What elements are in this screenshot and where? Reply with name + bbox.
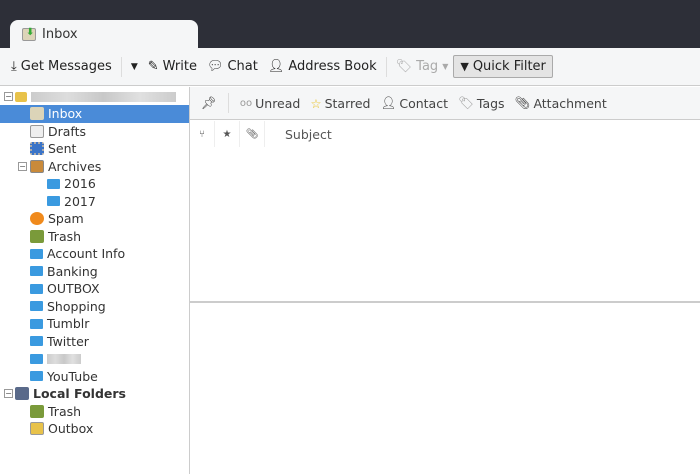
collapse-toggle[interactable]: −: [18, 161, 27, 171]
write-button[interactable]: ✎ Write: [143, 55, 202, 78]
tab-title: Inbox: [42, 27, 78, 42]
folder-icon: [30, 301, 43, 312]
pencil-icon: ✎: [147, 59, 159, 74]
get-messages-dropdown[interactable]: ▼: [126, 58, 143, 76]
folder-local-trash[interactable]: Trash: [0, 403, 189, 421]
collapse-toggle[interactable]: −: [4, 92, 13, 102]
folder-banking[interactable]: Banking: [0, 263, 189, 281]
trash-icon: [30, 404, 44, 418]
folder-trash[interactable]: Trash: [0, 228, 189, 246]
filter-attachment[interactable]: 📎︎ Attachment: [512, 93, 610, 113]
trash-icon: [30, 229, 44, 243]
inbox-icon: ⬇: [22, 27, 36, 41]
quick-filter-button[interactable]: ▼ Quick Filter: [453, 55, 553, 78]
paperclip-icon: 📎︎: [514, 95, 531, 110]
folder-twitter[interactable]: Twitter: [0, 333, 189, 351]
folder-icon: [30, 266, 43, 277]
main-toolbar: ⤓ Get Messages ▼ ✎ Write 💬︎ Chat 👤︎ Address …: [0, 48, 700, 86]
folder-shopping[interactable]: Shopping: [0, 298, 189, 316]
chevron-down-icon: ▼: [442, 62, 449, 71]
chat-button[interactable]: 💬︎ Chat: [202, 55, 263, 78]
folder-icon: [30, 353, 43, 364]
folder-drafts[interactable]: Drafts: [0, 123, 189, 141]
sticky-pin-button[interactable]: 📌︎: [198, 93, 220, 113]
collapse-toggle[interactable]: −: [4, 389, 13, 399]
folder-icon: [30, 248, 43, 259]
computer-icon: [15, 387, 29, 401]
star-column-icon[interactable]: ★: [215, 121, 240, 147]
folder-account-info[interactable]: Account Info: [0, 245, 189, 263]
folder-icon: [30, 318, 43, 329]
account-lock-icon: [15, 91, 27, 102]
person-icon: 👤︎: [267, 59, 285, 74]
folder-icon: [47, 196, 60, 207]
folder-redacted[interactable]: [0, 350, 189, 368]
subject-column-header[interactable]: Subject: [265, 127, 332, 142]
folder-sent[interactable]: Sent: [0, 140, 189, 158]
separator: [385, 56, 387, 77]
folder-archives[interactable]: − Archives: [0, 158, 189, 176]
drafts-icon: [30, 124, 44, 138]
chat-bubble-icon: 💬︎: [206, 59, 224, 74]
star-icon: ☆: [310, 95, 322, 111]
filter-tags[interactable]: 🏷︎ Tags: [455, 93, 508, 113]
quick-filter-bar: 📌︎ oo Unread ☆ Starred 👤︎ Contact 🏷︎ Tags 📎︎…: [190, 87, 700, 120]
flame-icon: [30, 212, 44, 226]
pin-icon: 📌︎: [201, 95, 217, 110]
folder-2017[interactable]: 2017: [0, 193, 189, 211]
inbox-icon: [30, 107, 44, 121]
folder-inbox[interactable]: Inbox: [0, 105, 189, 123]
folder-icon: [30, 336, 43, 347]
tab-inbox[interactable]: ⬇ Inbox: [10, 20, 198, 49]
tag-icon: 🏷︎: [395, 59, 413, 74]
attachment-column-icon[interactable]: 📎︎: [240, 121, 265, 147]
tag-icon: 🏷︎: [458, 95, 474, 110]
glasses-icon: oo: [239, 97, 253, 109]
filter-unread[interactable]: oo Unread: [237, 94, 303, 113]
account-name-redacted: [31, 91, 176, 102]
filter-contact[interactable]: 👤︎ Contact: [377, 93, 451, 113]
thread-column-icon[interactable]: ⑂: [190, 121, 215, 147]
archives-icon: [30, 159, 44, 173]
folder-icon: [30, 371, 43, 382]
local-folders-account[interactable]: − Local Folders: [0, 385, 189, 403]
filter-starred[interactable]: ☆ Starred: [307, 94, 373, 113]
address-book-button[interactable]: 👤︎ Address Book: [263, 55, 382, 78]
message-list-header: ⑂ ★ 📎︎ Subject: [190, 121, 700, 147]
folder-icon: [47, 178, 60, 189]
folder-outbox-custom[interactable]: OUTBOX: [0, 280, 189, 298]
funnel-icon: ▼: [460, 60, 469, 73]
folder-name-redacted: [47, 353, 81, 364]
folder-pane: − Inbox Drafts Sent − Archives 2016 2017 …: [0, 87, 190, 474]
folder-icon: [30, 283, 43, 294]
download-icon: ⤓: [11, 59, 17, 74]
pane-splitter[interactable]: [190, 301, 700, 303]
outbox-icon: [30, 422, 44, 436]
get-messages-button[interactable]: ⤓ Get Messages: [6, 55, 117, 78]
folder-local-outbox[interactable]: Outbox: [0, 420, 189, 438]
folder-youtube[interactable]: YouTube: [0, 368, 189, 386]
person-icon: 👤︎: [380, 95, 397, 110]
separator: [120, 56, 122, 77]
folder-tumblr[interactable]: Tumblr: [0, 315, 189, 333]
sent-icon: [30, 142, 44, 156]
folder-2016[interactable]: 2016: [0, 175, 189, 193]
account-row[interactable]: −: [0, 88, 189, 106]
folder-spam[interactable]: Spam: [0, 210, 189, 228]
tag-button[interactable]: 🏷︎ Tag ▼: [391, 55, 454, 78]
separator: [227, 93, 229, 113]
